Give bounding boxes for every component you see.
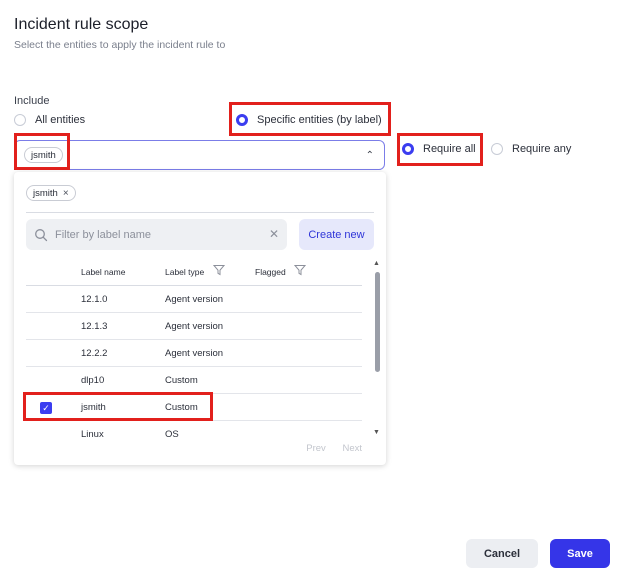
label-name-cell: 12.2.2: [81, 348, 108, 359]
col-label-type[interactable]: Label type: [165, 267, 204, 277]
label-select[interactable]: jsmith ⌃: [14, 140, 385, 170]
label-type-cell: OS: [165, 429, 179, 440]
label-dropdown: jsmith × ✕ Create new Label name Label t…: [14, 172, 386, 465]
selected-label-chip[interactable]: jsmith: [24, 147, 63, 163]
include-label: Include: [14, 95, 50, 107]
radio-label: All entities: [35, 114, 86, 126]
page-subtitle: Select the entities to apply the inciden…: [14, 39, 226, 51]
col-flagged[interactable]: Flagged: [255, 267, 286, 277]
pagination: Prev Next: [292, 443, 362, 454]
label-name-cell: dlp10: [81, 375, 105, 386]
dropdown-selected-chip[interactable]: jsmith ×: [26, 185, 76, 201]
radio-all-entities[interactable]: All entities: [14, 114, 85, 126]
chevron-up-icon[interactable]: ⌃: [366, 150, 374, 161]
table-row[interactable]: dlp10 Custom: [26, 367, 362, 394]
label-type-cell: Agent version: [165, 294, 224, 305]
label-name-cell: 12.1.0: [81, 294, 108, 305]
col-label-name[interactable]: Label name: [81, 267, 125, 277]
search-icon: [35, 228, 48, 241]
save-button[interactable]: Save: [550, 539, 610, 568]
next-button[interactable]: Next: [342, 443, 362, 454]
filter-field[interactable]: ✕: [26, 219, 287, 250]
radio-label: Require any: [512, 143, 572, 155]
radio-label: Require all: [423, 143, 476, 155]
cancel-button[interactable]: Cancel: [466, 539, 538, 568]
label-name-cell: 12.1.3: [81, 321, 108, 332]
filter-funnel-icon[interactable]: [294, 264, 306, 276]
clear-icon[interactable]: ✕: [269, 227, 279, 241]
table-row-selected[interactable]: ✓ jsmith Custom: [26, 394, 362, 421]
page-title: Incident rule scope: [14, 16, 149, 33]
label-name-cell: jsmith: [81, 402, 106, 413]
radio-specific-entities[interactable]: Specific entities (by label): [236, 114, 382, 126]
label-type-cell: Custom: [165, 375, 198, 386]
prev-button[interactable]: Prev: [306, 443, 326, 454]
table-row[interactable]: 12.2.2 Agent version: [26, 340, 362, 367]
radio-require-all[interactable]: Require all: [402, 143, 476, 155]
radio-require-any[interactable]: Require any: [491, 143, 571, 155]
remove-icon[interactable]: ×: [63, 188, 69, 199]
scroll-thumb[interactable]: [375, 272, 380, 372]
radio-circle-selected: [402, 143, 414, 155]
scroll-up-icon[interactable]: ▲: [373, 260, 380, 267]
radio-circle-selected: [236, 114, 248, 126]
row-checkbox-checked[interactable]: ✓: [40, 402, 52, 414]
filter-input[interactable]: [55, 228, 255, 241]
chip-label: jsmith: [33, 187, 58, 199]
label-name-cell: Linux: [81, 429, 104, 440]
label-type-cell: Custom: [165, 402, 198, 413]
table-row[interactable]: 12.1.0 Agent version: [26, 286, 362, 313]
table-row[interactable]: 12.1.3 Agent version: [26, 313, 362, 340]
radio-circle: [491, 143, 503, 155]
table-scrollbar[interactable]: ▲ ▼: [373, 260, 383, 436]
radio-label: Specific entities (by label): [257, 114, 382, 126]
divider: [26, 212, 374, 213]
label-type-cell: Agent version: [165, 321, 224, 332]
label-type-cell: Agent version: [165, 348, 224, 359]
radio-circle: [14, 114, 26, 126]
scroll-down-icon[interactable]: ▼: [373, 429, 380, 436]
create-new-button[interactable]: Create new: [299, 219, 374, 250]
table-header: Label name Label type Flagged: [26, 260, 362, 286]
filter-funnel-icon[interactable]: [213, 264, 225, 276]
label-table: Label name Label type Flagged 12.1.0 Age…: [26, 260, 362, 448]
